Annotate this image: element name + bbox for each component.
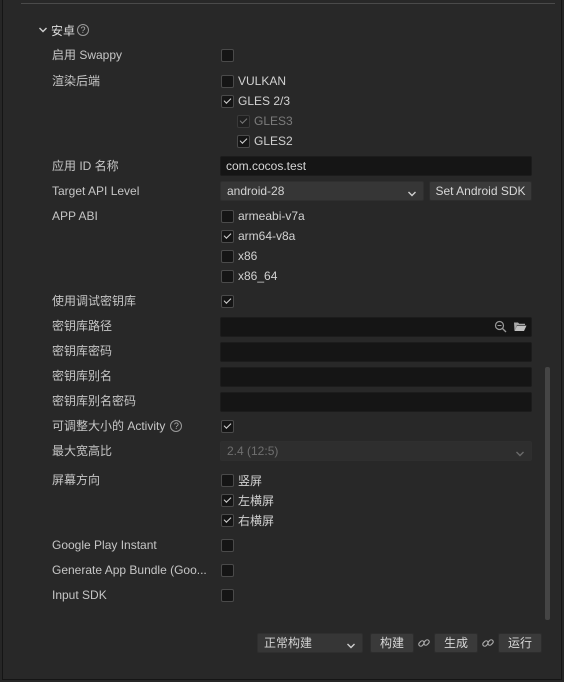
renderer-gles2[interactable]: GLES2 <box>237 133 293 149</box>
chevron-down-icon <box>515 446 525 464</box>
resizable-activity-row[interactable] <box>221 418 234 434</box>
app-bundle-label: Generate App Bundle (Goo... <box>52 563 207 577</box>
app-id-label: 应用 ID 名称 <box>52 159 119 173</box>
build-button[interactable]: 构建 <box>370 633 414 653</box>
section-header-android[interactable]: 安卓 ? <box>36 22 90 38</box>
landscape-left-label: 左横屏 <box>238 493 275 508</box>
keystore-path-label: 密钥库路径 <box>52 319 113 333</box>
debug-keystore-row[interactable] <box>221 293 234 309</box>
divider <box>21 3 555 4</box>
gles3-label: GLES3 <box>254 114 293 128</box>
x86-64-checkbox[interactable] <box>221 269 234 283</box>
run-button[interactable]: 运行 <box>498 633 542 653</box>
gles23-label: GLES 2/3 <box>238 94 291 108</box>
app-abi-label: APP ABI <box>52 209 98 223</box>
search-icon[interactable] <box>494 320 507 338</box>
keystore-alias-label: 密钥库别名 <box>52 369 113 383</box>
keystore-path-input[interactable] <box>220 317 532 337</box>
scrollbar[interactable] <box>545 367 550 620</box>
gles2-label: GLES2 <box>254 134 293 148</box>
input-sdk-label: Input SDK <box>52 588 107 602</box>
chevron-down-icon <box>407 186 417 204</box>
resizable-activity-label: 可调整大小的 Activity <box>52 419 166 433</box>
abi-x86[interactable]: x86 <box>221 248 257 264</box>
app-bundle-checkbox[interactable] <box>221 563 234 577</box>
chevron-down-icon <box>346 638 356 656</box>
chevron-down-icon[interactable] <box>36 23 50 37</box>
abi-arm64-v8a[interactable]: arm64-v8a <box>221 228 295 244</box>
arm64-v8a-checkbox[interactable] <box>221 229 234 243</box>
armeabi-v7a-label: armeabi-v7a <box>238 209 305 223</box>
x86-checkbox[interactable] <box>221 249 234 263</box>
renderer-gles23[interactable]: GLES 2/3 <box>221 93 290 109</box>
abi-armeabi-v7a[interactable]: armeabi-v7a <box>221 208 305 224</box>
swappy-label: 启用 Swappy <box>52 48 123 62</box>
max-aspect-ratio-value: 2.4 (12:5) <box>227 444 279 458</box>
renderer-vulkan[interactable]: VULKAN <box>221 73 286 89</box>
orientation-landscape-right[interactable]: 右横屏 <box>221 512 274 528</box>
keystore-alias-input[interactable] <box>220 367 532 387</box>
debug-keystore-checkbox[interactable] <box>221 294 234 308</box>
keystore-password-label: 密钥库密码 <box>52 344 113 358</box>
landscape-right-checkbox[interactable] <box>221 513 234 527</box>
portrait-label: 竖屏 <box>238 473 263 488</box>
target-api-label: Target API Level <box>52 184 140 198</box>
folder-open-icon[interactable] <box>513 320 527 338</box>
link-icon[interactable] <box>417 636 431 653</box>
vulkan-label: VULKAN <box>238 74 287 88</box>
input-sdk-checkbox[interactable] <box>221 588 234 602</box>
make-button[interactable]: 生成 <box>434 633 478 653</box>
help-icon[interactable]: ? <box>170 420 183 432</box>
vulkan-checkbox[interactable] <box>221 74 234 88</box>
portrait-checkbox[interactable] <box>221 473 234 487</box>
max-aspect-ratio-select: 2.4 (12:5) <box>220 441 532 461</box>
section-title: 安卓 <box>51 23 76 38</box>
orientation-portrait[interactable]: 竖屏 <box>221 472 262 488</box>
input-sdk-row[interactable] <box>221 587 234 603</box>
keystore-alias-password-input[interactable] <box>220 392 532 412</box>
x86-label: x86 <box>238 249 258 263</box>
resizable-activity-label-row: 可调整大小的 Activity ? <box>52 418 183 434</box>
target-api-select[interactable]: android-28 <box>220 181 424 201</box>
gles23-checkbox[interactable] <box>221 94 234 108</box>
swappy-checkbox[interactable] <box>221 48 234 62</box>
target-api-value: android-28 <box>227 184 285 198</box>
build-panel: 安卓 ? 启用 Swappy 渲染后端 VULKAN GLES 2/3 GLES… <box>2 0 562 680</box>
renderer-gles3: GLES3 <box>237 113 293 129</box>
arm64-v8a-label: arm64-v8a <box>238 229 296 243</box>
gles2-checkbox[interactable] <box>237 134 250 148</box>
app-id-input[interactable]: com.cocos.test <box>220 156 532 176</box>
resizable-activity-checkbox[interactable] <box>221 419 234 433</box>
swappy-checkbox-row[interactable] <box>221 47 234 63</box>
google-play-instant-checkbox[interactable] <box>221 538 234 552</box>
max-aspect-ratio-label: 最大宽高比 <box>52 444 113 458</box>
landscape-left-checkbox[interactable] <box>221 493 234 507</box>
keystore-alias-password-label: 密钥库别名密码 <box>52 394 137 408</box>
orientation-landscape-left[interactable]: 左横屏 <box>221 492 274 508</box>
keystore-path-actions <box>494 320 527 338</box>
app-bundle-row[interactable] <box>221 562 234 578</box>
renderer-label: 渲染后端 <box>52 74 101 88</box>
landscape-right-label: 右横屏 <box>238 513 275 528</box>
build-mode-select[interactable]: 正常构建 <box>257 633 363 653</box>
help-icon[interactable]: ? <box>77 24 90 36</box>
x86-64-label: x86_64 <box>238 269 278 283</box>
abi-x86-64[interactable]: x86_64 <box>221 268 277 284</box>
gles3-checkbox <box>237 114 250 128</box>
link-icon[interactable] <box>481 636 495 653</box>
orientation-label: 屏幕方向 <box>52 473 101 487</box>
keystore-password-input[interactable] <box>220 342 532 362</box>
armeabi-v7a-checkbox[interactable] <box>221 209 234 223</box>
google-play-instant-row[interactable] <box>221 537 234 553</box>
google-play-instant-label: Google Play Instant <box>52 538 157 552</box>
debug-keystore-label: 使用调试密钥库 <box>52 294 137 308</box>
set-android-sdk-button[interactable]: Set Android SDK <box>429 181 532 201</box>
build-mode-value: 正常构建 <box>264 636 313 650</box>
